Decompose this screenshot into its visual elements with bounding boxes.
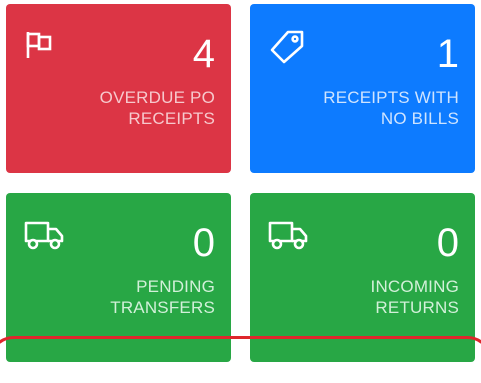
flag-icon (24, 28, 64, 68)
tile-label-line: RECEIPTS WITH (323, 88, 459, 107)
bottom-accent-border (0, 336, 481, 383)
receipts-with-no-bills-tile[interactable]: 1 RECEIPTS WITH NO BILLS (250, 4, 475, 173)
truck-icon (268, 217, 308, 257)
receipts-with-no-bills-label: RECEIPTS WITH NO BILLS (269, 87, 459, 129)
tile-label-line: NO BILLS (380, 109, 459, 128)
overdue-po-receipts-label: OVERDUE PO RECEIPTS (25, 87, 215, 129)
overdue-po-receipts-tile[interactable]: 4 OVERDUE PO RECEIPTS (6, 4, 231, 173)
overdue-po-receipts-count: 4 (192, 32, 215, 76)
dashboard-widgets: 4 OVERDUE PO RECEIPTS 1 RECEIPTS WITH NO… (0, 0, 481, 383)
incoming-returns-count: 0 (436, 221, 459, 265)
receipts-with-no-bills-count: 1 (436, 32, 459, 76)
pending-transfers-label: PENDING TRANSFERS (25, 276, 215, 318)
tag-icon (268, 28, 308, 68)
tile-label-line: PENDING (136, 277, 215, 296)
tile-label-line: RETURNS (375, 298, 459, 317)
pending-transfers-count: 0 (192, 221, 215, 265)
tile-label-line: RECEIPTS (128, 109, 215, 128)
incoming-returns-label: INCOMING RETURNS (269, 276, 459, 318)
tile-label-line: INCOMING (370, 277, 459, 296)
tile-label-line: OVERDUE PO (99, 88, 215, 107)
truck-icon (24, 217, 64, 257)
tile-label-line: TRANSFERS (110, 298, 215, 317)
